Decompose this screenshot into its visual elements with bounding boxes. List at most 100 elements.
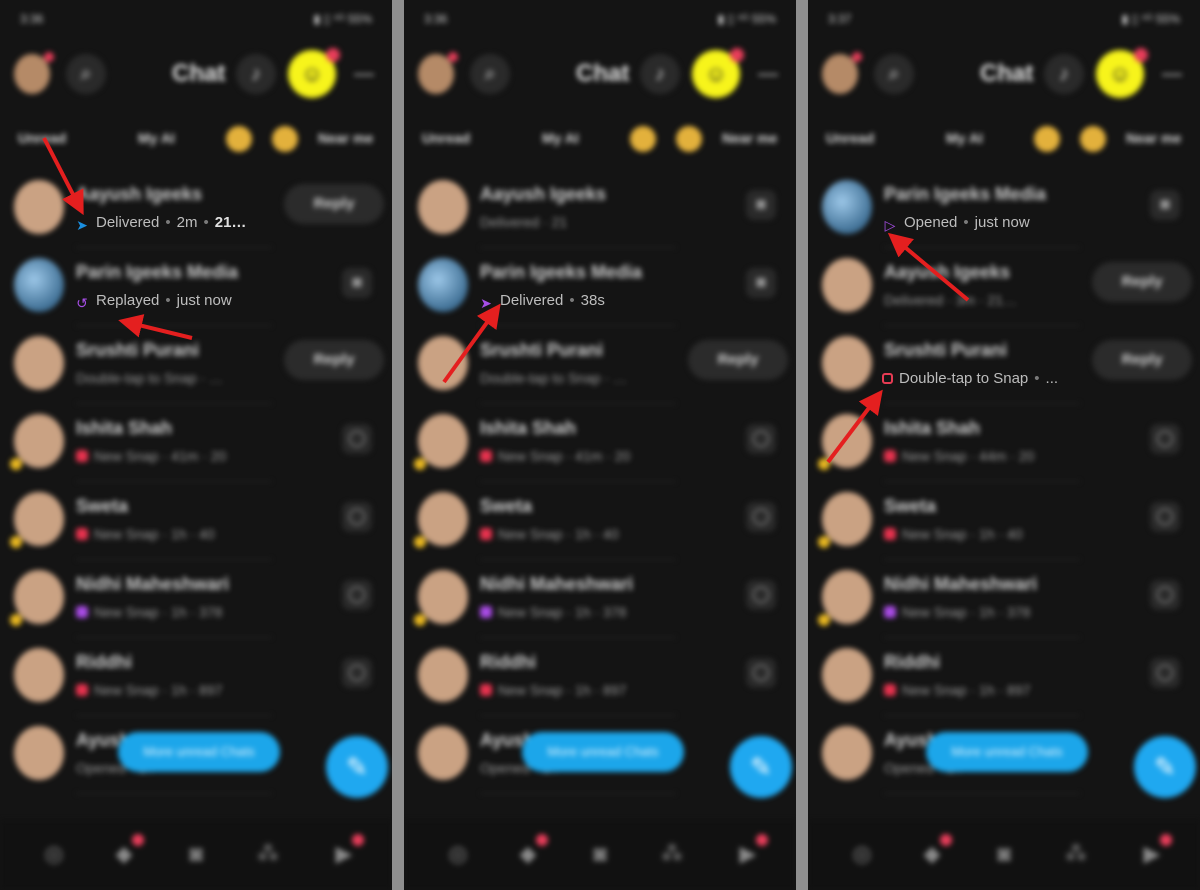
avatar[interactable] — [818, 570, 872, 626]
camera-button[interactable]: ◙ — [1150, 190, 1180, 220]
camera-tab[interactable]: ◙ — [586, 840, 614, 868]
filter-unread[interactable]: Unread — [18, 130, 66, 146]
chat-tab[interactable]: ◆ — [918, 834, 952, 868]
chat-button[interactable]: ◯ — [342, 658, 372, 688]
avatar[interactable] — [822, 180, 872, 234]
more-button[interactable]: — — [1152, 54, 1192, 94]
avatar[interactable] — [14, 180, 64, 234]
avatar[interactable] — [14, 648, 64, 702]
filter-emoji-2[interactable] — [272, 126, 298, 152]
search-button[interactable]: ⌕ — [66, 54, 106, 94]
filter-emoji-2[interactable] — [1080, 126, 1106, 152]
spotlight-tab[interactable]: ▶ — [330, 834, 364, 868]
map-tab[interactable]: ◎ — [444, 840, 472, 868]
chat-button[interactable]: ◯ — [746, 580, 776, 610]
filter-emoji-1[interactable] — [630, 126, 656, 152]
camera-tab[interactable]: ◙ — [990, 840, 1018, 868]
chat-row[interactable]: Aayush Igeeks Delivered · 3m · 21… Reply — [808, 248, 1200, 326]
filter-unread[interactable]: Unread — [422, 130, 470, 146]
spotlight-tab[interactable]: ▶ — [1138, 834, 1172, 868]
avatar[interactable] — [418, 336, 468, 390]
more-unread-chats-button[interactable]: More unread Chats — [926, 732, 1088, 772]
search-button[interactable]: ⌕ — [470, 54, 510, 94]
new-chat-button[interactable]: ✎ — [1134, 736, 1196, 798]
camera-tab[interactable]: ◙ — [182, 840, 210, 868]
notifications-button[interactable]: ♪ — [236, 54, 276, 94]
add-friend-button[interactable]: ☺ — [288, 48, 340, 98]
reply-button[interactable]: Reply — [1092, 262, 1192, 302]
chat-row[interactable]: Nidhi Maheshwari New Snap · 1h · 378 ◯ — [808, 560, 1200, 638]
filter-my-ai[interactable]: My AI — [138, 130, 175, 146]
chat-button[interactable]: ◯ — [342, 580, 372, 610]
chat-button[interactable]: ◯ — [1150, 658, 1180, 688]
chat-button[interactable]: ◯ — [746, 658, 776, 688]
reply-button[interactable]: Reply — [284, 340, 384, 380]
chat-row[interactable]: Riddhi New Snap · 1h · 897 ◯ — [0, 638, 392, 716]
chat-row[interactable]: Ishita Shah New Snap · 44m · 20 ◯ — [808, 404, 1200, 482]
spotlight-tab[interactable]: ▶ — [734, 834, 768, 868]
filter-emoji-1[interactable] — [226, 126, 252, 152]
avatar[interactable] — [818, 414, 872, 470]
filter-near-me[interactable]: Near me — [722, 130, 777, 146]
chat-row[interactable]: Sweta New Snap · 1h · 40 ◯ — [808, 482, 1200, 560]
avatar[interactable] — [414, 414, 468, 470]
chat-row[interactable]: Parin Igeeks Media ◙ — [404, 248, 796, 326]
add-friend-button[interactable]: ☺ — [1096, 48, 1148, 98]
avatar[interactable] — [822, 648, 872, 702]
avatar[interactable] — [10, 492, 64, 548]
avatar[interactable] — [14, 336, 64, 390]
avatar[interactable] — [14, 258, 64, 312]
chat-button[interactable]: ◯ — [1150, 424, 1180, 454]
avatar[interactable] — [418, 180, 468, 234]
camera-button[interactable]: ◙ — [342, 268, 372, 298]
notifications-button[interactable]: ♪ — [640, 54, 680, 94]
avatar[interactable] — [418, 726, 468, 780]
chat-row[interactable]: Aayush Igeeks Delivered · 21 ◙ — [404, 170, 796, 248]
avatar[interactable] — [818, 492, 872, 548]
new-chat-button[interactable]: ✎ — [730, 736, 792, 798]
profile-avatar[interactable] — [822, 52, 862, 94]
chat-row[interactable]: Parin Igeeks Media ◙ — [808, 170, 1200, 248]
more-button[interactable]: — — [344, 54, 384, 94]
chat-row[interactable]: Nidhi Maheshwari New Snap · 1h · 378 ◯ — [0, 560, 392, 638]
profile-avatar[interactable] — [418, 52, 458, 94]
chat-button[interactable]: ◯ — [1150, 502, 1180, 532]
avatar[interactable] — [822, 258, 872, 312]
new-chat-button[interactable]: ✎ — [326, 736, 388, 798]
more-unread-chats-button[interactable]: More unread Chats — [118, 732, 280, 772]
avatar[interactable] — [414, 570, 468, 626]
filter-emoji-1[interactable] — [1034, 126, 1060, 152]
stories-tab[interactable]: ⁂ — [658, 840, 686, 868]
stories-tab[interactable]: ⁂ — [254, 840, 282, 868]
chat-row[interactable]: Srushti Purani Double-tap to Snap · … Repl… — [404, 326, 796, 404]
filter-near-me[interactable]: Near me — [1126, 130, 1181, 146]
chat-button[interactable]: ◯ — [746, 502, 776, 532]
chat-row[interactable]: Aayush Igeeks Reply — [0, 170, 392, 248]
chat-row[interactable]: Riddhi New Snap · 1h · 897 ◯ — [404, 638, 796, 716]
chat-row[interactable]: Sweta New Snap · 1h · 40 ◯ — [0, 482, 392, 560]
filter-near-me[interactable]: Near me — [318, 130, 373, 146]
chat-row[interactable]: Parin Igeeks Media ◙ — [0, 248, 392, 326]
chat-tab[interactable]: ◆ — [110, 834, 144, 868]
chat-button[interactable]: ◯ — [1150, 580, 1180, 610]
filter-unread[interactable]: Unread — [826, 130, 874, 146]
more-unread-chats-button[interactable]: More unread Chats — [522, 732, 684, 772]
chat-row[interactable]: Ishita Shah New Snap · 41m · 20 ◯ — [0, 404, 392, 482]
reply-button[interactable]: Reply — [284, 184, 384, 224]
filter-emoji-2[interactable] — [676, 126, 702, 152]
reply-button[interactable]: Reply — [1092, 340, 1192, 380]
avatar[interactable] — [418, 648, 468, 702]
avatar[interactable] — [418, 258, 468, 312]
add-friend-button[interactable]: ☺ — [692, 48, 744, 98]
avatar[interactable] — [10, 570, 64, 626]
chat-row[interactable]: Riddhi New Snap · 1h · 897 ◯ — [808, 638, 1200, 716]
chat-button[interactable]: ◯ — [342, 424, 372, 454]
avatar[interactable] — [414, 492, 468, 548]
avatar[interactable] — [822, 726, 872, 780]
chat-row[interactable]: Ishita Shah New Snap · 41m · 20 ◯ — [404, 404, 796, 482]
search-button[interactable]: ⌕ — [874, 54, 914, 94]
chat-button[interactable]: ◯ — [342, 502, 372, 532]
reply-button[interactable]: Reply — [688, 340, 788, 380]
camera-button[interactable]: ◙ — [746, 190, 776, 220]
chat-row[interactable]: Srushti Purani Double-tap to Snap · … Repl… — [0, 326, 392, 404]
